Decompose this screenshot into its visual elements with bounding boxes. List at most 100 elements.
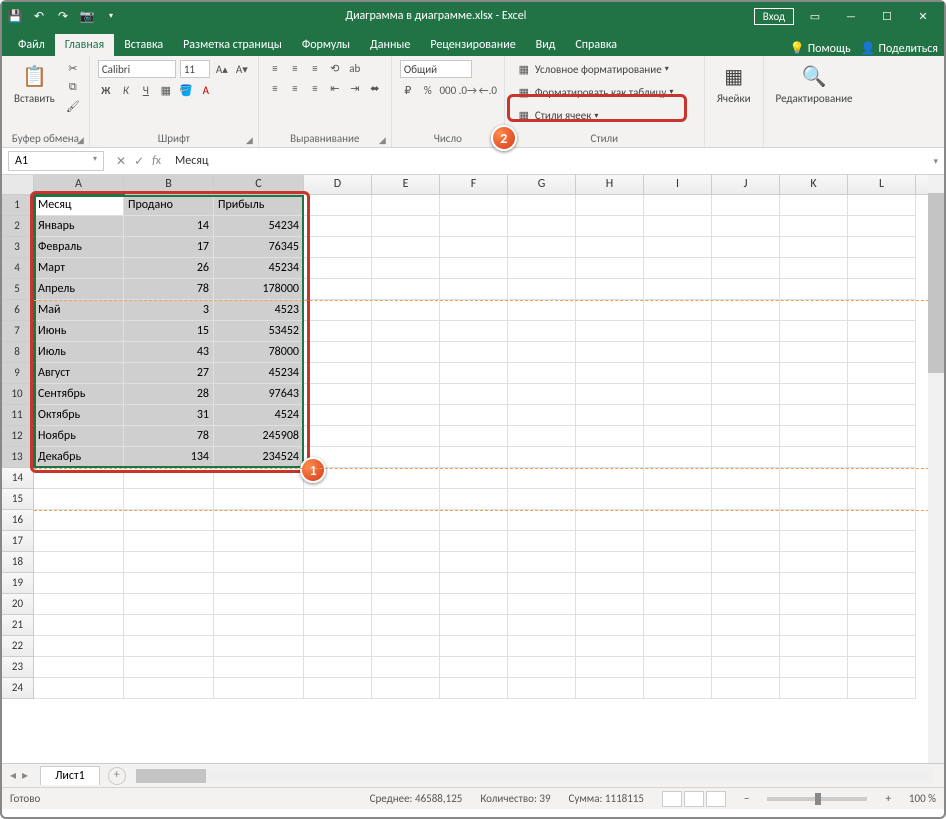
cell[interactable]: 245908 <box>214 426 304 447</box>
cell[interactable] <box>440 594 508 615</box>
cell[interactable] <box>304 594 372 615</box>
cell[interactable] <box>576 363 644 384</box>
cell[interactable] <box>712 426 780 447</box>
cell[interactable]: 4523 <box>214 300 304 321</box>
cell[interactable] <box>440 195 508 216</box>
row-header[interactable]: 18 <box>2 552 34 573</box>
cell[interactable] <box>34 531 124 552</box>
cell[interactable] <box>372 531 440 552</box>
cell[interactable] <box>780 552 848 573</box>
tab-view[interactable]: Вид <box>526 34 566 56</box>
cell[interactable] <box>440 258 508 279</box>
cell[interactable] <box>372 237 440 258</box>
cell[interactable] <box>372 363 440 384</box>
cell[interactable] <box>508 279 576 300</box>
column-header[interactable]: J <box>712 175 780 194</box>
row-header[interactable]: 7 <box>2 321 34 342</box>
cell[interactable] <box>644 216 712 237</box>
cell[interactable] <box>848 678 916 699</box>
cell[interactable] <box>304 384 372 405</box>
cell[interactable] <box>214 636 304 657</box>
row-header[interactable]: 3 <box>2 237 34 258</box>
name-box[interactable]: A1▾ <box>8 151 104 171</box>
cell[interactable] <box>440 342 508 363</box>
cell[interactable] <box>712 216 780 237</box>
cell[interactable] <box>124 657 214 678</box>
cell[interactable] <box>372 468 440 489</box>
camera-icon[interactable]: 📷 <box>80 9 94 23</box>
cell[interactable] <box>214 468 304 489</box>
cell[interactable] <box>780 363 848 384</box>
cell[interactable] <box>508 426 576 447</box>
cell[interactable] <box>124 510 214 531</box>
cell[interactable] <box>576 447 644 468</box>
cell[interactable] <box>214 615 304 636</box>
cell[interactable] <box>304 510 372 531</box>
share-button[interactable]: 👤Поделиться <box>861 41 938 56</box>
cell[interactable] <box>372 195 440 216</box>
cell[interactable] <box>34 468 124 489</box>
cell[interactable] <box>508 363 576 384</box>
cell[interactable] <box>576 531 644 552</box>
tab-review[interactable]: Рецензирование <box>420 34 525 56</box>
cell[interactable] <box>712 342 780 363</box>
number-format-combo[interactable]: Общий <box>400 60 472 78</box>
cell[interactable] <box>124 594 214 615</box>
cell[interactable] <box>372 573 440 594</box>
cell[interactable] <box>712 531 780 552</box>
cell[interactable] <box>712 678 780 699</box>
row-header[interactable]: 8 <box>2 342 34 363</box>
cell[interactable] <box>780 636 848 657</box>
row-header[interactable]: 15 <box>2 489 34 510</box>
cell[interactable] <box>576 678 644 699</box>
cell[interactable] <box>304 426 372 447</box>
cell[interactable] <box>34 678 124 699</box>
cell[interactable] <box>508 531 576 552</box>
cell[interactable]: Ноябрь <box>34 426 124 447</box>
decrease-decimal-icon[interactable]: ←.0 <box>480 82 496 98</box>
cell[interactable] <box>304 237 372 258</box>
copy-icon[interactable]: ⧉ <box>65 79 81 95</box>
cell[interactable] <box>644 300 712 321</box>
editing-button[interactable]: 🔍 Редактирование <box>772 60 857 107</box>
cell[interactable] <box>576 510 644 531</box>
cell[interactable] <box>576 594 644 615</box>
cell[interactable] <box>508 552 576 573</box>
cell[interactable] <box>644 258 712 279</box>
cell[interactable] <box>508 636 576 657</box>
cell[interactable] <box>712 489 780 510</box>
cell[interactable]: Сентябрь <box>34 384 124 405</box>
cell[interactable] <box>848 237 916 258</box>
cut-icon[interactable]: ✂ <box>65 60 81 76</box>
cell[interactable] <box>712 510 780 531</box>
cell[interactable] <box>712 636 780 657</box>
zoom-slider[interactable] <box>767 797 867 801</box>
cell[interactable] <box>644 426 712 447</box>
cell[interactable] <box>304 363 372 384</box>
format-painter-icon[interactable]: 🖌 <box>65 98 81 114</box>
cell[interactable]: 14 <box>124 216 214 237</box>
cell[interactable] <box>848 510 916 531</box>
cell[interactable] <box>848 405 916 426</box>
column-header[interactable]: G <box>508 175 576 194</box>
cell[interactable] <box>780 594 848 615</box>
undo-icon[interactable]: ↶ <box>32 9 46 23</box>
cell[interactable] <box>34 657 124 678</box>
cell[interactable]: 78 <box>124 279 214 300</box>
login-button[interactable]: Вход <box>754 8 794 25</box>
cell[interactable]: 27 <box>124 363 214 384</box>
cell[interactable] <box>372 300 440 321</box>
cell[interactable] <box>780 216 848 237</box>
cell[interactable] <box>712 468 780 489</box>
cell[interactable] <box>644 384 712 405</box>
cell[interactable] <box>848 636 916 657</box>
cell[interactable] <box>712 447 780 468</box>
row-header[interactable]: 22 <box>2 636 34 657</box>
cell[interactable] <box>304 531 372 552</box>
cell[interactable] <box>34 615 124 636</box>
cell[interactable]: Декабрь <box>34 447 124 468</box>
cell[interactable] <box>712 573 780 594</box>
cell[interactable]: 134 <box>124 447 214 468</box>
tab-help[interactable]: Справка <box>565 34 627 56</box>
cell[interactable] <box>508 300 576 321</box>
